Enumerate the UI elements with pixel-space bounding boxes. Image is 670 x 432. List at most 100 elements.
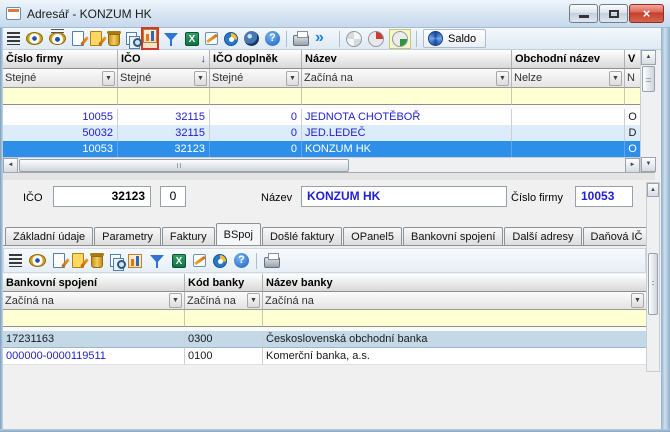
maximize-button[interactable] bbox=[599, 4, 628, 23]
chevron-down-icon[interactable]: ▼ bbox=[496, 71, 509, 86]
scroll-right-icon[interactable]: ► bbox=[625, 158, 640, 173]
circle-red-icon[interactable] bbox=[368, 31, 384, 47]
circle-green-icon[interactable] bbox=[392, 31, 408, 47]
cell-ico[interactable]: 32123 bbox=[118, 141, 210, 157]
tab-dosle-faktury[interactable]: Došlé faktury bbox=[262, 227, 342, 246]
cell-ico-doplnek[interactable]: 0 bbox=[210, 125, 302, 141]
cell-ico[interactable]: 32115 bbox=[118, 125, 210, 141]
fast-forward-icon[interactable] bbox=[315, 31, 333, 47]
tab-dalsi-adresy[interactable]: Další adresy bbox=[504, 227, 581, 246]
scroll-down-icon[interactable]: ▼ bbox=[641, 157, 656, 172]
column-header-kod-banky[interactable]: Kód banky bbox=[185, 274, 263, 292]
filter-kod-banky[interactable]: Začíná na▼ bbox=[185, 292, 263, 310]
cell-ico[interactable]: 32115 bbox=[118, 109, 210, 125]
eye-icon[interactable] bbox=[29, 254, 46, 267]
filter-ico-doplnek[interactable]: Stejné▼ bbox=[210, 69, 302, 88]
chevron-down-icon[interactable]: ▼ bbox=[102, 71, 115, 86]
table-row-selected[interactable]: 10053 32123 0 KONZUM HK O bbox=[3, 141, 640, 157]
table-row-selected[interactable]: 17231163 0300 Československá obchodní ba… bbox=[3, 331, 646, 348]
minimize-button[interactable] bbox=[569, 4, 598, 23]
help-icon[interactable] bbox=[234, 253, 249, 268]
filter-icon[interactable] bbox=[163, 32, 179, 46]
cell-cislo-firmy[interactable]: 50032 bbox=[3, 125, 118, 141]
search-cell[interactable] bbox=[185, 310, 263, 327]
search-cell[interactable] bbox=[625, 88, 640, 105]
saldo-button[interactable]: Saldo bbox=[423, 29, 486, 48]
cell-ico-doplnek[interactable]: 0 bbox=[210, 109, 302, 125]
chart-icon[interactable] bbox=[128, 254, 142, 268]
chevron-down-icon[interactable]: ▼ bbox=[609, 71, 622, 86]
new-document-icon[interactable] bbox=[72, 31, 84, 46]
filter-icon[interactable] bbox=[149, 254, 165, 268]
delete-icon[interactable] bbox=[108, 34, 120, 46]
search-document-icon[interactable] bbox=[126, 32, 137, 45]
chevron-down-icon[interactable]: ▼ bbox=[286, 71, 299, 86]
tab-zakladni-udaje[interactable]: Základní údaje bbox=[5, 227, 93, 246]
notes-icon[interactable] bbox=[205, 32, 218, 45]
filter-ico[interactable]: Stejné▼ bbox=[118, 69, 210, 88]
chevron-down-icon[interactable]: ▼ bbox=[631, 293, 644, 308]
chart-icon[interactable] bbox=[143, 29, 157, 43]
disc-icon[interactable] bbox=[244, 31, 259, 46]
tab-faktury[interactable]: Faktury bbox=[162, 227, 215, 246]
scroll-up-icon[interactable]: ▲ bbox=[647, 183, 659, 197]
ico-field[interactable]: 32123 bbox=[53, 186, 151, 207]
edit-document-icon[interactable] bbox=[90, 31, 102, 46]
history-clock-icon[interactable] bbox=[213, 254, 227, 268]
search-document-icon[interactable] bbox=[110, 254, 121, 267]
tab-parametry[interactable]: Parametry bbox=[94, 227, 161, 246]
search-cell[interactable] bbox=[512, 88, 625, 105]
filter-cislo-firmy[interactable]: Stejné▼ bbox=[3, 69, 118, 88]
history-clock-icon[interactable] bbox=[224, 32, 238, 46]
chevron-down-icon[interactable]: ▼ bbox=[169, 293, 182, 308]
filter-v[interactable]: N bbox=[625, 69, 640, 88]
filter-bankovni-spojeni[interactable]: Začíná na▼ bbox=[3, 292, 185, 310]
print-icon[interactable] bbox=[264, 257, 280, 268]
tab-bspoj[interactable]: BSpoj bbox=[216, 223, 261, 246]
new-document-icon[interactable] bbox=[53, 253, 65, 268]
help-icon[interactable] bbox=[265, 31, 280, 46]
column-header-ico-doplnek[interactable]: IČO doplněk bbox=[210, 50, 302, 69]
column-header-nazev-banky[interactable]: Název banky bbox=[263, 274, 646, 292]
delete-icon[interactable] bbox=[91, 256, 103, 268]
column-header-bankovni-spojeni[interactable]: Bankovní spojení bbox=[3, 274, 185, 292]
scrollbar-thumb[interactable] bbox=[642, 66, 655, 92]
cell-v[interactable]: D bbox=[625, 125, 640, 141]
cell-cislo-firmy[interactable]: 10055 bbox=[3, 109, 118, 125]
cell-ico-doplnek[interactable]: 0 bbox=[210, 141, 302, 157]
eye-icon[interactable] bbox=[26, 32, 43, 45]
cell-obchodni-nazev[interactable] bbox=[512, 109, 625, 125]
scrollbar-thumb[interactable] bbox=[19, 159, 349, 172]
menu-icon[interactable] bbox=[7, 32, 20, 45]
column-header-ico[interactable]: IČO↓ bbox=[118, 50, 210, 69]
cell-spojeni[interactable]: 17231163 bbox=[3, 331, 185, 348]
edit-document-icon[interactable] bbox=[72, 253, 84, 268]
print-icon[interactable] bbox=[293, 35, 309, 46]
table-row[interactable]: 10055 32115 0 JEDNOTA CHOTĚBOŘ O bbox=[3, 109, 640, 125]
chevron-down-icon[interactable]: ▼ bbox=[194, 71, 207, 86]
cell-nazev-banky[interactable]: Komerční banka, a.s. bbox=[263, 348, 646, 365]
scroll-up-icon[interactable]: ▲ bbox=[641, 50, 656, 65]
search-cell[interactable] bbox=[3, 310, 185, 327]
cell-obchodni-nazev[interactable] bbox=[512, 125, 625, 141]
filter-nazev-banky[interactable]: Začíná na▼ bbox=[263, 292, 646, 310]
table-row[interactable]: 50032 32115 0 JED.LEDEČ D bbox=[3, 125, 640, 141]
table-row[interactable]: 000000-0000119511 0100 Komerční banka, a… bbox=[3, 348, 646, 365]
menu-icon[interactable] bbox=[9, 254, 22, 267]
cell-cislo-firmy[interactable]: 10053 bbox=[3, 141, 118, 157]
cislo-firmy-field[interactable]: 10053 bbox=[575, 186, 633, 207]
scrollbar-thumb[interactable] bbox=[648, 253, 658, 315]
excel-export-icon[interactable] bbox=[185, 32, 199, 46]
search-cell[interactable] bbox=[263, 310, 646, 327]
excel-export-icon[interactable] bbox=[172, 254, 186, 268]
tab-danova-ic[interactable]: Daňová IČ bbox=[583, 227, 646, 246]
eye-list-icon[interactable] bbox=[49, 32, 66, 45]
column-header-cislo-firmy[interactable]: Číslo firmy bbox=[3, 50, 118, 69]
splitter[interactable] bbox=[3, 172, 655, 180]
cell-nazev[interactable]: JEDNOTA CHOTĚBOŘ bbox=[302, 109, 512, 125]
ico-doplnek-field[interactable]: 0 bbox=[160, 186, 186, 207]
cell-v[interactable]: O bbox=[625, 141, 640, 157]
search-cell[interactable] bbox=[3, 88, 118, 105]
close-button[interactable]: × bbox=[629, 4, 664, 23]
search-cell[interactable] bbox=[118, 88, 210, 105]
